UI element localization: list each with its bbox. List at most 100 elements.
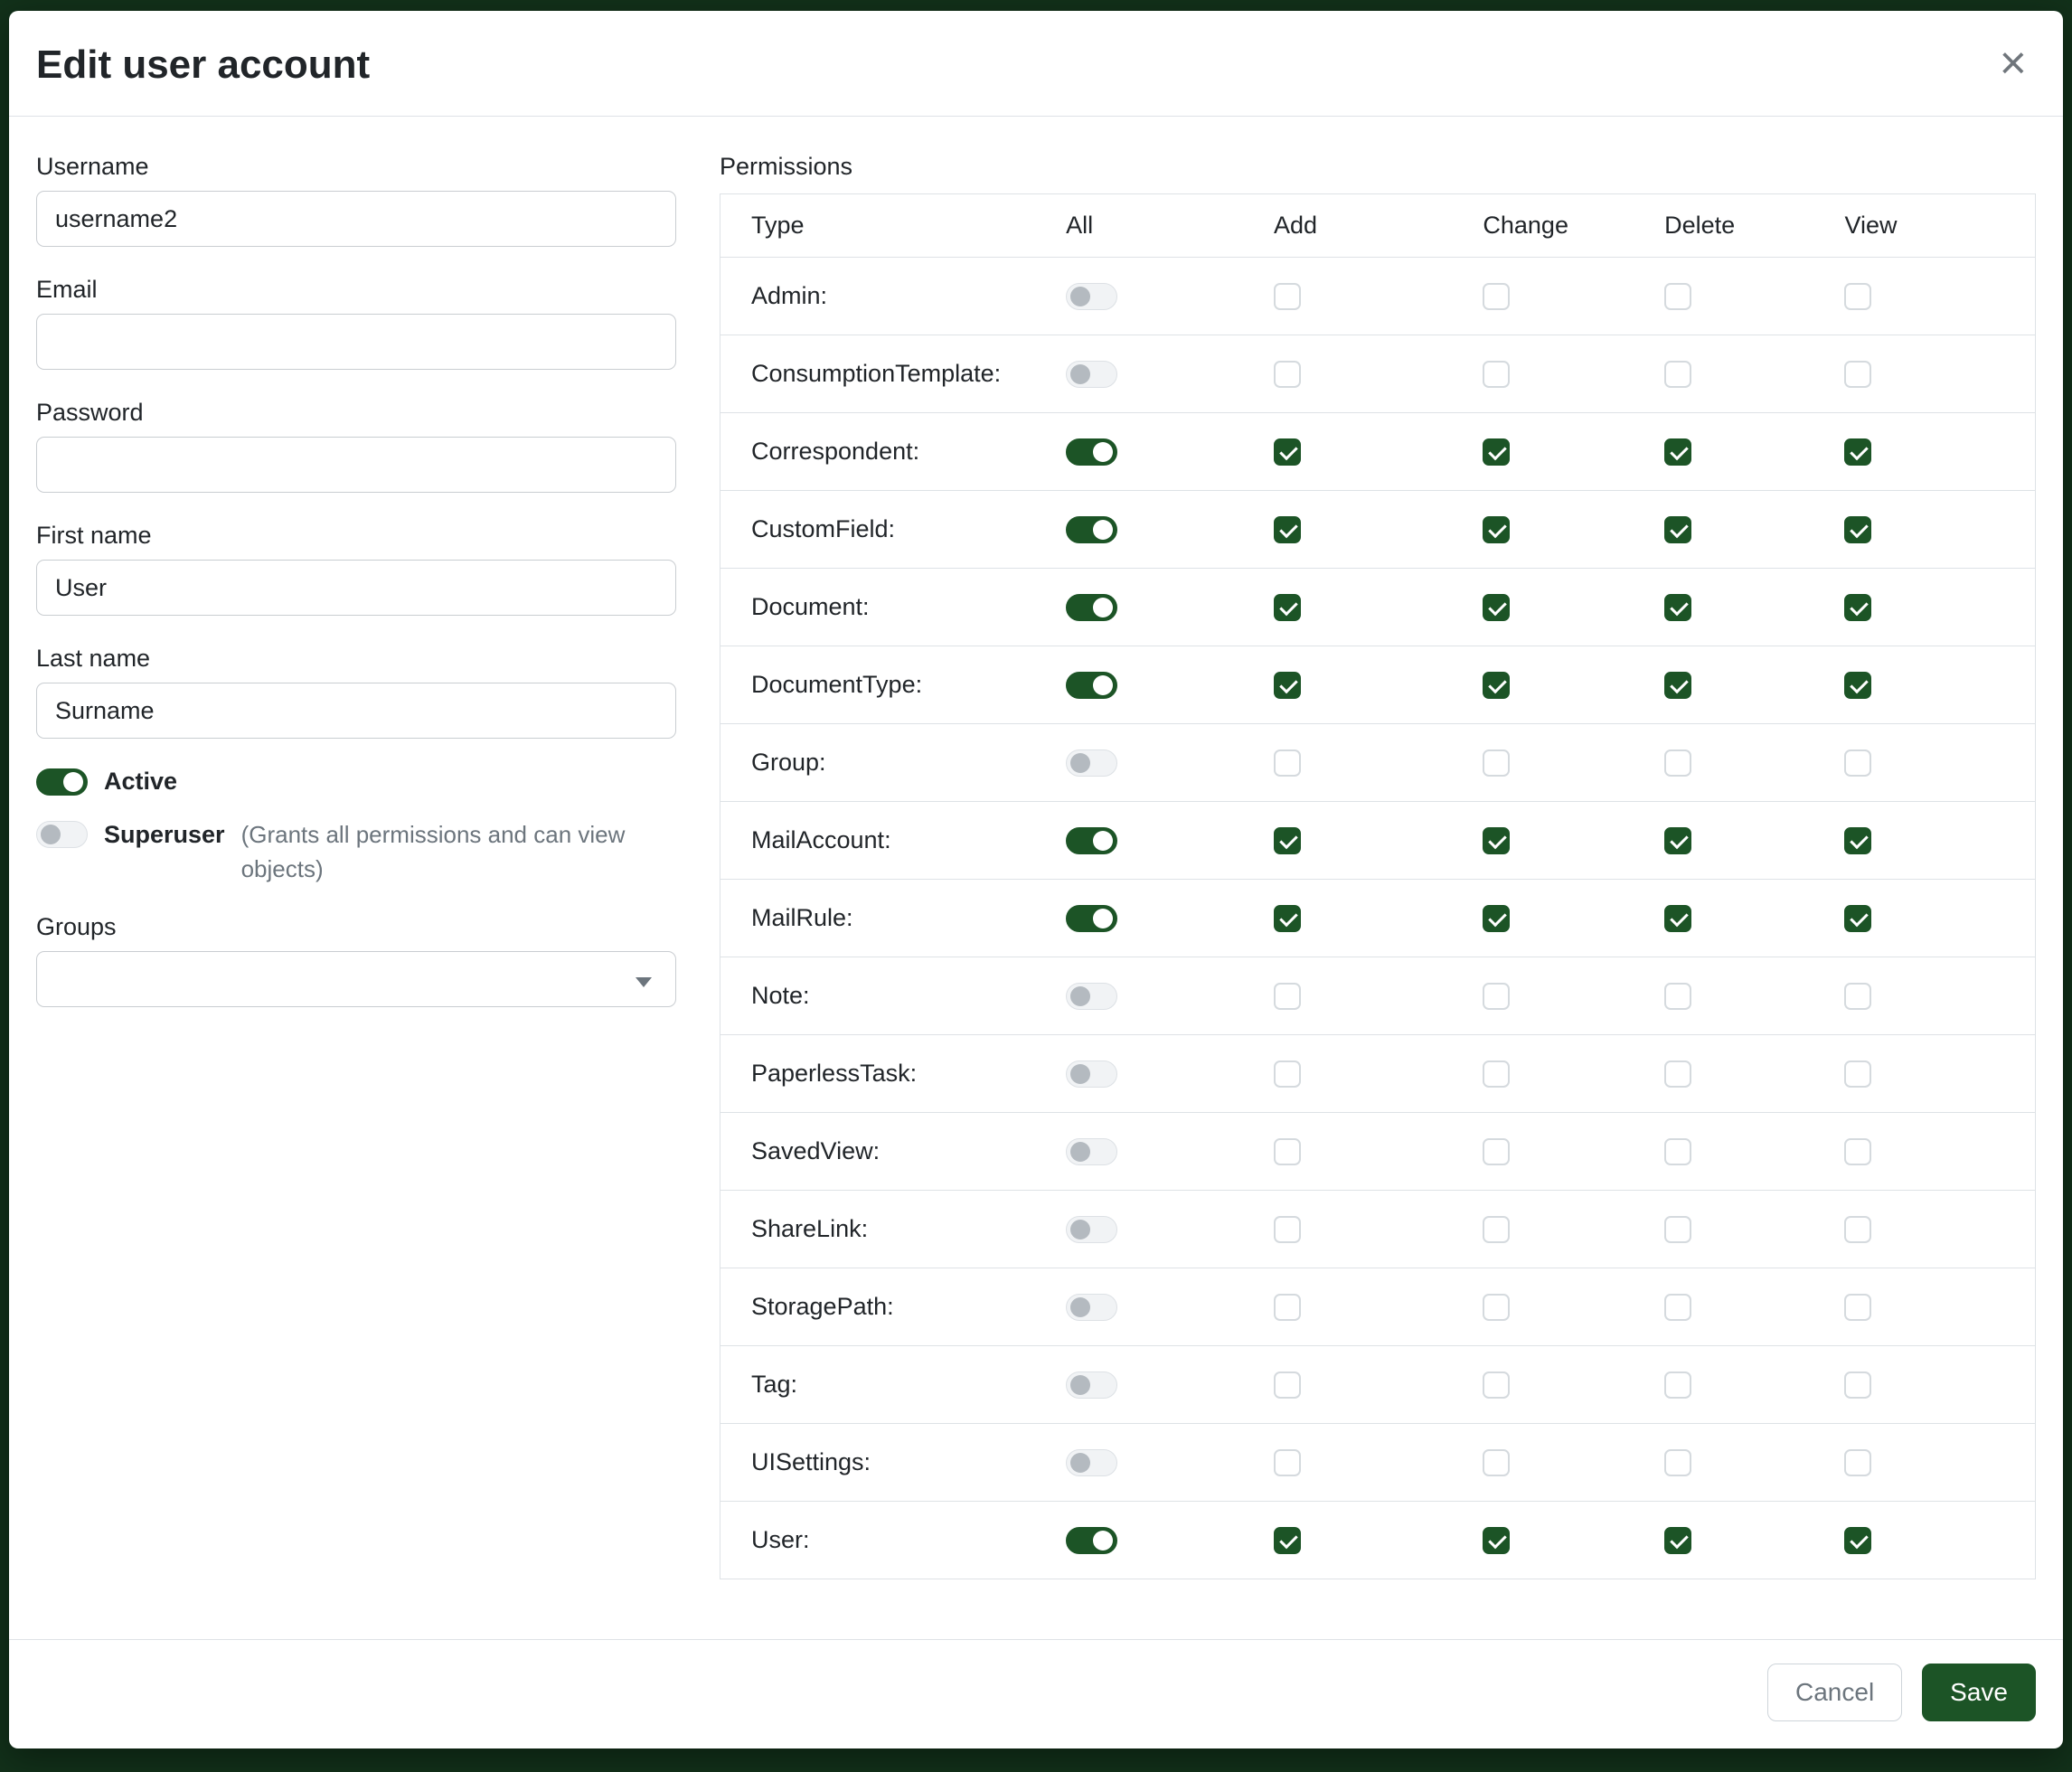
permission-change-checkbox[interactable]	[1483, 1371, 1510, 1399]
permission-delete-checkbox[interactable]	[1664, 1060, 1691, 1088]
username-input[interactable]	[36, 191, 676, 247]
permission-add-checkbox[interactable]	[1274, 905, 1301, 932]
permission-add-checkbox[interactable]	[1274, 1449, 1301, 1476]
email-field[interactable]	[36, 314, 676, 370]
permission-view-checkbox[interactable]	[1844, 361, 1871, 388]
permission-delete-checkbox[interactable]	[1664, 1294, 1691, 1321]
permission-add-checkbox[interactable]	[1274, 749, 1301, 777]
permission-all-toggle[interactable]	[1066, 516, 1117, 543]
permission-all-toggle[interactable]	[1066, 905, 1117, 932]
permission-change-checkbox[interactable]	[1483, 1216, 1510, 1243]
permission-change-checkbox[interactable]	[1483, 1294, 1510, 1321]
permission-view-checkbox[interactable]	[1844, 1371, 1871, 1399]
permission-change-checkbox[interactable]	[1483, 1060, 1510, 1088]
permission-change-checkbox[interactable]	[1483, 983, 1510, 1010]
permission-all-toggle[interactable]	[1066, 1060, 1117, 1088]
permission-view-checkbox[interactable]	[1844, 1449, 1871, 1476]
permission-change-checkbox[interactable]	[1483, 827, 1510, 854]
permission-view-checkbox[interactable]	[1844, 672, 1871, 699]
superuser-toggle[interactable]	[36, 821, 88, 848]
permission-change-checkbox[interactable]	[1483, 1449, 1510, 1476]
permission-all-toggle[interactable]	[1066, 1216, 1117, 1243]
permission-delete-checkbox[interactable]	[1664, 749, 1691, 777]
permission-delete-checkbox[interactable]	[1664, 1449, 1691, 1476]
permission-all-toggle[interactable]	[1066, 438, 1117, 466]
permission-add-checkbox[interactable]	[1274, 438, 1301, 466]
permission-add-checkbox[interactable]	[1274, 1371, 1301, 1399]
permission-view-checkbox[interactable]	[1844, 905, 1871, 932]
permission-change-checkbox[interactable]	[1483, 905, 1510, 932]
permission-add-checkbox[interactable]	[1274, 983, 1301, 1010]
permissions-section: Permissions Type All Add Change Delete V…	[720, 153, 2036, 1639]
last-name-input[interactable]	[36, 683, 676, 739]
permission-delete-checkbox[interactable]	[1664, 827, 1691, 854]
permission-delete-checkbox[interactable]	[1664, 283, 1691, 310]
permission-delete-checkbox[interactable]	[1664, 1527, 1691, 1554]
permission-delete-checkbox[interactable]	[1664, 1138, 1691, 1165]
permission-all-toggle[interactable]	[1066, 283, 1117, 310]
permission-change-checkbox[interactable]	[1483, 438, 1510, 466]
permission-all-toggle[interactable]	[1066, 594, 1117, 621]
permission-view-checkbox[interactable]	[1844, 1060, 1871, 1088]
permission-delete-checkbox[interactable]	[1664, 905, 1691, 932]
permission-add-checkbox[interactable]	[1274, 516, 1301, 543]
permission-change-checkbox[interactable]	[1483, 1527, 1510, 1554]
email-group: Email	[36, 276, 676, 370]
permission-delete-checkbox[interactable]	[1664, 1216, 1691, 1243]
permission-all-toggle[interactable]	[1066, 827, 1117, 854]
permission-all-toggle[interactable]	[1066, 361, 1117, 388]
permission-view-checkbox[interactable]	[1844, 827, 1871, 854]
save-button[interactable]: Save	[1922, 1664, 2036, 1721]
permission-view-checkbox[interactable]	[1844, 1216, 1871, 1243]
permission-all-toggle[interactable]	[1066, 749, 1117, 777]
permission-delete-checkbox[interactable]	[1664, 1371, 1691, 1399]
permission-delete-checkbox[interactable]	[1664, 594, 1691, 621]
permission-add-checkbox[interactable]	[1274, 1294, 1301, 1321]
permission-change-checkbox[interactable]	[1483, 672, 1510, 699]
permission-view-checkbox[interactable]	[1844, 983, 1871, 1010]
permission-add-checkbox[interactable]	[1274, 594, 1301, 621]
permission-add-checkbox[interactable]	[1274, 1216, 1301, 1243]
permission-change-checkbox[interactable]	[1483, 283, 1510, 310]
permission-all-toggle[interactable]	[1066, 1527, 1117, 1554]
first-name-input[interactable]	[36, 560, 676, 616]
permission-view-checkbox[interactable]	[1844, 1138, 1871, 1165]
permission-change-checkbox[interactable]	[1483, 594, 1510, 621]
permission-add-checkbox[interactable]	[1274, 672, 1301, 699]
permission-change-checkbox[interactable]	[1483, 749, 1510, 777]
permission-view-checkbox[interactable]	[1844, 283, 1871, 310]
permission-view-checkbox[interactable]	[1844, 1294, 1871, 1321]
permission-change-checkbox[interactable]	[1483, 361, 1510, 388]
permission-all-toggle[interactable]	[1066, 1294, 1117, 1321]
permission-view-checkbox[interactable]	[1844, 749, 1871, 777]
permission-all-toggle[interactable]	[1066, 672, 1117, 699]
cancel-button[interactable]: Cancel	[1767, 1664, 1902, 1721]
permission-all-toggle[interactable]	[1066, 1138, 1117, 1165]
permission-delete-checkbox[interactable]	[1664, 438, 1691, 466]
permission-view-checkbox[interactable]	[1844, 594, 1871, 621]
permission-add-checkbox[interactable]	[1274, 1527, 1301, 1554]
permission-view-checkbox[interactable]	[1844, 1527, 1871, 1554]
permission-delete-checkbox[interactable]	[1664, 672, 1691, 699]
permission-change-checkbox[interactable]	[1483, 1138, 1510, 1165]
permission-type-label: Document:	[720, 569, 1067, 646]
permission-add-checkbox[interactable]	[1274, 827, 1301, 854]
permission-delete-checkbox[interactable]	[1664, 361, 1691, 388]
permission-all-toggle[interactable]	[1066, 983, 1117, 1010]
permission-all-toggle[interactable]	[1066, 1371, 1117, 1399]
permission-view-checkbox[interactable]	[1844, 438, 1871, 466]
permission-add-checkbox[interactable]	[1274, 283, 1301, 310]
active-toggle[interactable]	[36, 768, 88, 796]
permission-view-checkbox[interactable]	[1844, 516, 1871, 543]
first-name-label: First name	[36, 522, 676, 550]
permission-delete-checkbox[interactable]	[1664, 516, 1691, 543]
password-field[interactable]	[36, 437, 676, 493]
permission-add-checkbox[interactable]	[1274, 1060, 1301, 1088]
groups-select[interactable]	[36, 951, 676, 1007]
permission-change-checkbox[interactable]	[1483, 516, 1510, 543]
close-button[interactable]: ×	[2000, 43, 2027, 83]
permission-add-checkbox[interactable]	[1274, 361, 1301, 388]
permission-delete-checkbox[interactable]	[1664, 983, 1691, 1010]
permission-all-toggle[interactable]	[1066, 1449, 1117, 1476]
permission-add-checkbox[interactable]	[1274, 1138, 1301, 1165]
